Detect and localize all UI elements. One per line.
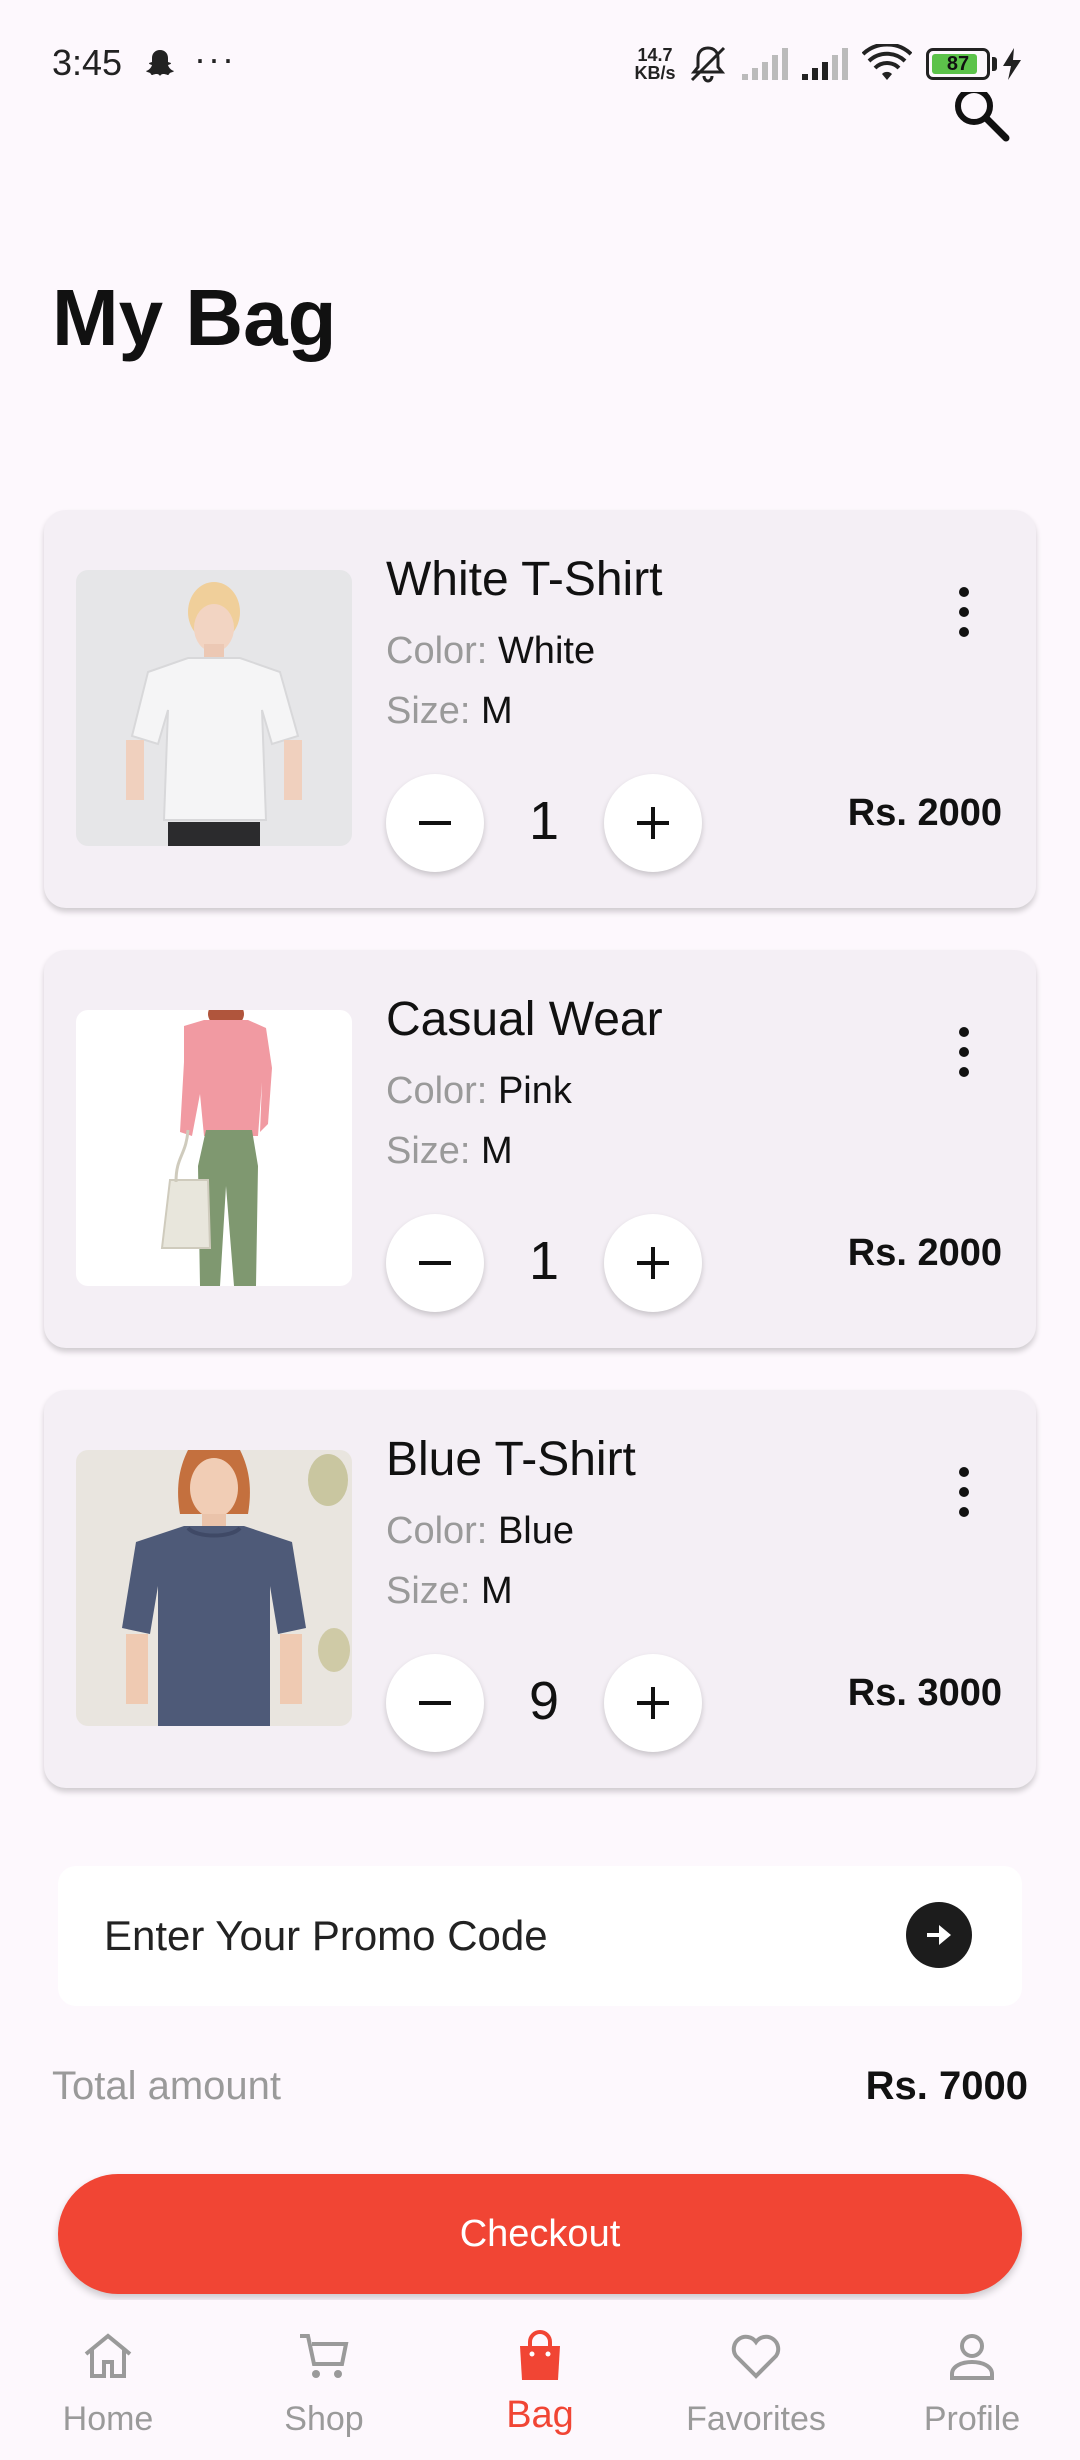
size-label: Size: <box>386 1570 471 1612</box>
nav-item-bag[interactable]: Bag <box>432 2300 648 2460</box>
battery-nub <box>992 57 997 71</box>
product-size: Size: M <box>386 690 513 733</box>
color-label: Color: <box>386 1510 488 1552</box>
increase-quantity-button[interactable] <box>604 1214 702 1312</box>
plus-icon <box>637 1247 669 1279</box>
checkout-button[interactable]: Checkout <box>58 2174 1022 2294</box>
product-color: Color: Pink <box>386 1070 572 1113</box>
quantity-value: 1 <box>528 791 560 851</box>
plus-icon <box>637 1687 669 1719</box>
minus-icon <box>419 1261 451 1265</box>
more-vert-icon[interactable] <box>952 1022 976 1082</box>
cart-item-card[interactable]: Casual Wear Color: Pink Size: M 1 Rs. 20… <box>44 950 1036 1348</box>
nav-label-bag: Bag <box>506 2394 574 2436</box>
decrease-quantity-button[interactable] <box>386 1214 484 1312</box>
heart-icon <box>731 2334 781 2379</box>
charging-icon <box>1003 48 1021 80</box>
battery-level: 87 <box>946 53 970 75</box>
color-value: White <box>497 630 596 672</box>
size-label: Size: <box>386 1130 471 1172</box>
color-value: Pink <box>497 1070 572 1112</box>
product-name: Blue T-Shirt <box>386 1433 636 1486</box>
wifi-icon <box>862 44 912 80</box>
nav-label-favorites: Favorites <box>686 2400 826 2438</box>
cart-item-card[interactable]: White T-Shirt Color: White Size: M 1 Rs.… <box>44 510 1036 908</box>
nav-item-profile[interactable]: Profile <box>864 2300 1080 2460</box>
product-image[interactable] <box>76 1010 352 1286</box>
nav-item-shop[interactable]: Shop <box>216 2300 432 2460</box>
more-vert-icon[interactable] <box>952 582 976 642</box>
size-value: M <box>481 1130 513 1172</box>
bag-icon <box>520 2330 560 2380</box>
decrease-quantity-button[interactable] <box>386 1654 484 1752</box>
product-color: Color: Blue <box>386 1510 574 1553</box>
quantity-value: 1 <box>528 1231 560 1291</box>
net-speed: 14.7 KB/s <box>630 46 680 82</box>
nav-label-shop: Shop <box>284 2400 364 2438</box>
decrease-quantity-button[interactable] <box>386 774 484 872</box>
status-time: 3:45 <box>52 42 123 83</box>
signal-icon <box>802 48 848 80</box>
profile-icon <box>950 2334 994 2380</box>
status-bar: 3:45 ··· 14.7 KB/s 87 <box>0 0 1080 130</box>
total-amount-label: Total amount <box>52 2064 282 2108</box>
nav-item-favorites[interactable]: Favorites <box>648 2300 864 2460</box>
cart-item-card[interactable]: Blue T-Shirt Color: Blue Size: M 9 Rs. 3… <box>44 1390 1036 1788</box>
product-name: Casual Wear <box>386 993 663 1046</box>
size-value: M <box>481 690 513 732</box>
home-icon <box>84 2333 132 2378</box>
page-title: My Bag <box>52 273 337 362</box>
quantity-value: 9 <box>528 1671 560 1731</box>
cart-icon <box>300 2334 349 2378</box>
size-value: M <box>481 1570 513 1612</box>
mute-icon <box>690 46 726 83</box>
product-price: Rs. 2000 <box>847 1232 1002 1274</box>
promo-code-field[interactable]: Enter Your Promo Code <box>58 1866 1022 2006</box>
product-image[interactable] <box>76 570 352 846</box>
total-amount-value: Rs. 7000 <box>865 2064 1028 2108</box>
color-value: Blue <box>497 1510 574 1552</box>
product-price: Rs. 3000 <box>847 1672 1002 1714</box>
product-color: Color: White <box>386 630 595 673</box>
apply-promo-button[interactable] <box>906 1902 972 1968</box>
product-image[interactable] <box>76 1450 352 1726</box>
nav-label-home: Home <box>62 2400 154 2438</box>
product-size: Size: M <box>386 1570 513 1613</box>
minus-icon <box>419 821 451 825</box>
net-speed-unit: KB/s <box>634 63 676 83</box>
nav-item-home[interactable]: Home <box>0 2300 216 2460</box>
more-vert-icon[interactable] <box>952 1462 976 1522</box>
nav-label-profile: Profile <box>923 2400 1021 2438</box>
product-size: Size: M <box>386 1130 513 1173</box>
battery-icon: 87 <box>926 48 990 80</box>
minus-icon <box>419 1701 451 1705</box>
plus-icon <box>637 807 669 839</box>
size-label: Size: <box>386 690 471 732</box>
arrow-right-icon <box>927 1925 951 1945</box>
more-dots-icon: ··· <box>194 38 236 79</box>
product-name: White T-Shirt <box>386 553 663 606</box>
color-label: Color: <box>386 630 488 672</box>
color-label: Color: <box>386 1070 488 1112</box>
net-speed-value: 14.7 <box>637 45 673 65</box>
promo-code-placeholder[interactable]: Enter Your Promo Code <box>104 1912 548 1960</box>
search-icon[interactable] <box>950 92 1014 148</box>
snapchat-icon <box>146 50 174 76</box>
bottom-navigation: Home Shop Bag Favorites Profile <box>0 2300 1080 2460</box>
signal-icon <box>742 48 788 80</box>
increase-quantity-button[interactable] <box>604 1654 702 1752</box>
increase-quantity-button[interactable] <box>604 774 702 872</box>
product-price: Rs. 2000 <box>847 792 1002 834</box>
